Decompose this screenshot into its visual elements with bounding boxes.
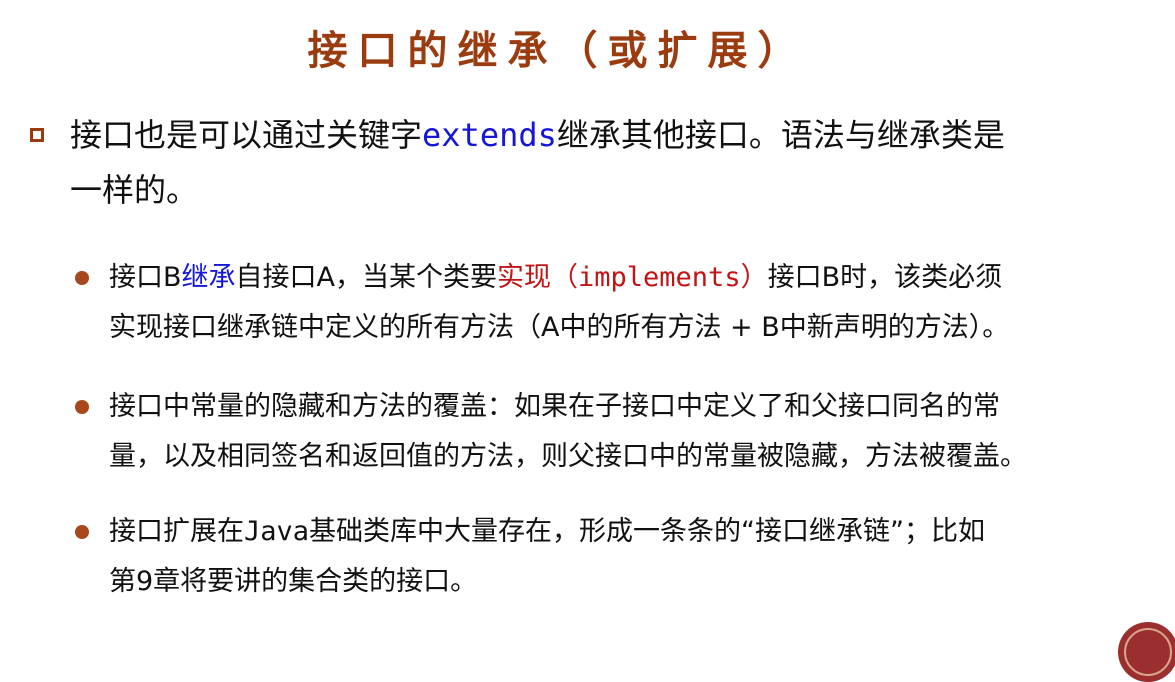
sub-bullet-text-3: 接口扩展在Java基础类库中大量存在，形成一条条的“接口继承链”；比如 第9章将… [109, 507, 1145, 607]
java-keyword: Java [244, 516, 310, 547]
sub1-implement-word: 实现（ [497, 262, 579, 293]
sub1-inherit-word: 继承 [181, 262, 236, 293]
main-text-after: 继承其他接口。语法与继承类是 [556, 116, 1005, 154]
sub1-line2: 实现接口继承链中定义的所有方法（A中的所有方法 + B中新声明的方法）。 [109, 312, 1010, 343]
sub3-text-b: 基础类库中大量存在，形成一条条的“接口继承链”；比如 [309, 516, 986, 547]
main-bullet-text: 接口也是可以通过关键字extends继承其他接口。语法与继承类是 一样的。 [70, 108, 1150, 218]
round-bullet-icon [75, 400, 89, 414]
sub1-text-a: 接口B [109, 262, 182, 293]
main-text-before: 接口也是可以通过关键字 [70, 116, 423, 154]
square-bullet-icon [30, 128, 44, 142]
sub1-text-c: 接口B时，该类必须 [767, 262, 1003, 293]
implements-keyword: implements [578, 262, 741, 293]
sub-bullet-text-1: 接口B继承自接口A，当某个类要实现（implements）接口B时，该类必须 实… [109, 253, 1145, 353]
sub2-line1: 接口中常量的隐藏和方法的覆盖：如果在子接口中定义了和父接口同名的常 [109, 391, 1000, 422]
main-bullet-item: 接口也是可以通过关键字extends继承其他接口。语法与继承类是 一样的。 [30, 108, 1150, 218]
sub3-line2: 第9章将要讲的集合类的接口。 [109, 566, 478, 597]
sub-bullet-item-2: 接口中常量的隐藏和方法的覆盖：如果在子接口中定义了和父接口同名的常 量，以及相同… [75, 382, 1145, 482]
round-bullet-icon [75, 271, 89, 285]
school-seal-icon [1118, 622, 1175, 682]
round-bullet-icon [75, 525, 89, 539]
main-text-line2: 一样的。 [70, 171, 199, 209]
extends-keyword: extends [422, 116, 557, 154]
sub2-line2: 量，以及相同签名和返回值的方法，则父接口中的常量被隐藏，方法被覆盖。 [109, 441, 1027, 472]
sub-bullet-item-1: 接口B继承自接口A，当某个类要实现（implements）接口B时，该类必须 实… [75, 253, 1145, 353]
page-title: 接口的继承（或扩展） [307, 27, 808, 74]
sub3-text-a: 接口扩展在 [109, 516, 244, 547]
sub-bullet-text-2: 接口中常量的隐藏和方法的覆盖：如果在子接口中定义了和父接口同名的常 量，以及相同… [109, 382, 1145, 482]
sub1-red-paren: ） [740, 262, 768, 293]
sub-bullet-item-3: 接口扩展在Java基础类库中大量存在，形成一条条的“接口继承链”；比如 第9章将… [75, 507, 1145, 607]
sub1-text-b: 自接口A，当某个类要 [235, 262, 498, 293]
